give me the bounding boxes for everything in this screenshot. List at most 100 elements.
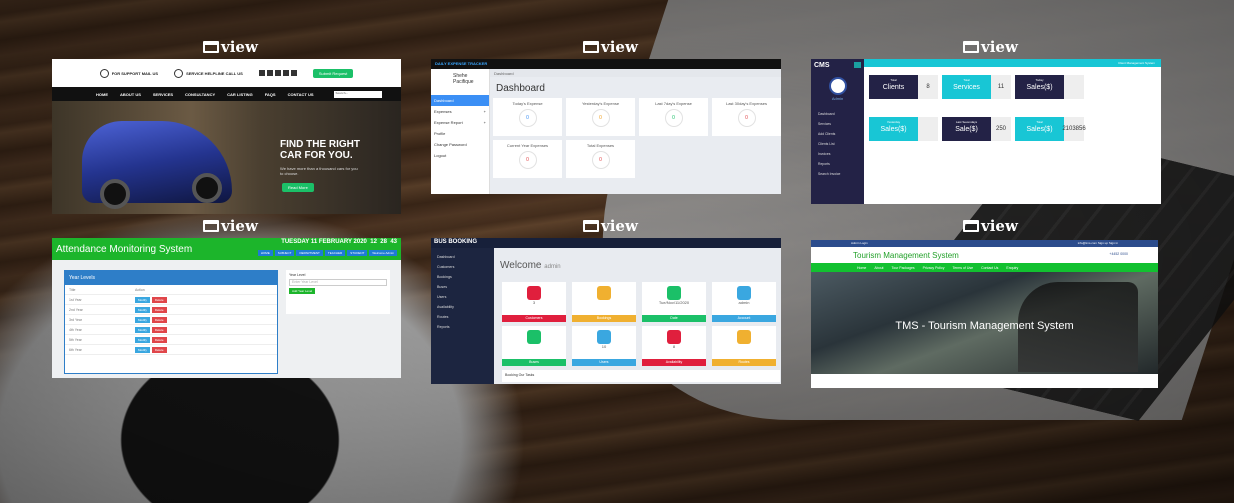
sidebar-item-availability[interactable]: Availability	[431, 302, 494, 312]
sidebar-item-users[interactable]: Users	[431, 292, 494, 302]
sidebar-item-dashboard[interactable]: Dashboard	[431, 95, 489, 106]
stat-card[interactable]: Buses	[502, 326, 566, 366]
read-more-button[interactable]: Read More	[282, 183, 314, 192]
sidebar-item-bookings[interactable]: Bookings	[431, 272, 494, 282]
tourism-screenshot[interactable]: Admin Login info@tms.com Sign up Sign in…	[811, 240, 1158, 388]
nav-privacy[interactable]: Privacy Policy	[923, 266, 945, 270]
view-link[interactable]: view	[583, 217, 638, 235]
stat-card[interactable]: 8 Availability	[642, 326, 706, 366]
sidebar-item-services[interactable]: Services	[811, 119, 864, 129]
main-nav: Home About Tour Packages Privacy Policy …	[811, 263, 1158, 272]
stat-card[interactable]: 10 Users	[572, 326, 636, 366]
sidebar-item-reports[interactable]: Reports	[811, 159, 864, 169]
year-level-input[interactable]: Enter Year Level	[289, 279, 387, 286]
page-title: Dashboard	[496, 83, 545, 94]
sidebar-item-buses[interactable]: Buses	[431, 282, 494, 292]
nav-tour-packages[interactable]: Tour Packages	[892, 266, 915, 270]
stat-label: Total Clients	[869, 75, 918, 99]
nav-department[interactable]: DEPARTMENT	[296, 250, 323, 256]
nav-contact[interactable]: CONTACT US	[288, 92, 314, 97]
nav-student[interactable]: STUDENT	[347, 250, 368, 256]
row-title: 4th Year	[69, 327, 82, 332]
nav-subject[interactable]: SUBJECT	[274, 250, 295, 256]
stat-label: Buses	[502, 359, 566, 366]
nav-terms[interactable]: Terms of Use	[952, 266, 973, 270]
stat-card[interactable]: Tue/Nov/11/2020 Date	[642, 282, 706, 322]
car-rental-screenshot[interactable]: FOR SUPPORT MAIL US SERVICE HELPLINE CAL…	[52, 59, 401, 214]
view-link[interactable]: view	[963, 217, 1018, 235]
sidebar-item-dashboard[interactable]: Dashboard	[811, 109, 864, 119]
stat-card[interactable]: 3 Customers	[502, 282, 566, 322]
sidebar-item-reports[interactable]: Reports	[431, 322, 494, 332]
delete-button[interactable]: Delete	[151, 306, 167, 313]
nav-teacher[interactable]: TEACHER	[324, 250, 346, 256]
stat-value: admin	[738, 300, 750, 305]
view-link[interactable]: view	[963, 38, 1018, 56]
modify-button[interactable]: Modify	[135, 306, 150, 313]
nav-services[interactable]: SERVICES	[153, 92, 173, 97]
nav-consultancy[interactable]: CONSULTANCY	[185, 92, 215, 97]
nav-contact[interactable]: Contact Us	[981, 266, 998, 270]
cms-screenshot[interactable]: CMS Admin Dashboard Services Add Clients…	[811, 59, 1161, 204]
delete-button[interactable]: Delete	[151, 346, 167, 353]
support-label: FOR SUPPORT MAIL US	[111, 70, 159, 76]
sidebar-item-logout[interactable]: Logout	[431, 150, 489, 161]
sidebar-item-invoices[interactable]: Invoices	[811, 149, 864, 159]
nav-home[interactable]: HOME	[96, 92, 108, 97]
view-link[interactable]: view	[203, 217, 258, 235]
sidebar-item-expenses[interactable]: Expenses +	[431, 106, 489, 117]
sidebar-item-add-clients[interactable]: Add Clients	[811, 129, 864, 139]
welcome-heading: Welcome admin	[500, 260, 561, 271]
top-bar: FOR SUPPORT MAIL US SERVICE HELPLINE CAL…	[52, 59, 401, 87]
nav-home[interactable]: Home	[857, 266, 866, 270]
delete-button[interactable]: Delete	[151, 296, 167, 303]
sidebar-item-routes[interactable]: Routes	[431, 312, 494, 322]
nav-welcome[interactable]: Welcome Admin	[369, 250, 397, 256]
nav-faqs[interactable]: FAQS	[265, 92, 276, 97]
modify-button[interactable]: Modify	[135, 316, 150, 323]
stat-card: Current Year Expenses 0	[493, 140, 562, 178]
admin-login-link[interactable]: Admin Login	[851, 241, 868, 246]
delete-button[interactable]: Delete	[151, 316, 167, 323]
sidebar-item-change-password[interactable]: Change Password	[431, 139, 489, 150]
nav-about[interactable]: ABOUT US	[120, 92, 141, 97]
bus-booking-screenshot[interactable]: BUS BOOKING Dashboard Customers Bookings…	[431, 238, 781, 384]
search-input[interactable]: Search...	[333, 90, 382, 98]
delete-button[interactable]: Delete	[151, 326, 167, 333]
submit-request-button[interactable]: Submit Request	[312, 68, 354, 78]
nav-home[interactable]: HOME	[257, 250, 273, 256]
stat-card[interactable]: Routes	[712, 326, 776, 366]
nav-enquiry[interactable]: Enquiry	[1006, 266, 1018, 270]
sidebar-item-profile[interactable]: Profile	[431, 128, 489, 139]
header: Attendance Monitoring System TUESDAY 11 …	[52, 238, 401, 260]
stat-value: 0	[526, 115, 529, 121]
view-link[interactable]: view	[203, 38, 258, 56]
menu-toggle-icon[interactable]	[854, 62, 861, 68]
account-links[interactable]: info@tms.com Sign up Sign in	[1078, 241, 1118, 246]
stat-ring: 0	[591, 151, 610, 169]
modify-button[interactable]: Modify	[135, 296, 150, 303]
nav-car-listing[interactable]: CAR LISTING	[227, 92, 253, 97]
view-link[interactable]: view	[583, 38, 638, 56]
main-content: Dashboard Today's Expense 0 Yesterday's Ex…	[490, 77, 781, 194]
stat-label: Today's Expense	[512, 101, 543, 106]
stat-card[interactable]: Bookings	[572, 282, 636, 322]
sidebar-item-clients-list[interactable]: Clients List	[811, 139, 864, 149]
sidebar-item-customers[interactable]: Customers	[431, 262, 494, 272]
row-title: 1st Year	[69, 297, 82, 302]
modify-button[interactable]: Modify	[135, 346, 150, 353]
delete-button[interactable]: Delete	[151, 336, 167, 343]
sidebar-item-expense-report[interactable]: Expense Report +	[431, 117, 489, 128]
nav-about[interactable]: About	[874, 266, 883, 270]
sidebar-item-dashboard[interactable]: Dashboard	[431, 252, 494, 262]
stat-card[interactable]: admin Account	[712, 282, 776, 322]
modify-button[interactable]: Modify	[135, 336, 150, 343]
add-year-level-button[interactable]: Add Year Level	[289, 288, 316, 294]
panel-title: Year Levels	[65, 271, 277, 285]
stat-value: 11	[991, 75, 1011, 99]
sidebar-item-search-invoice[interactable]: Search Invoice	[811, 169, 864, 179]
modify-button[interactable]: Modify	[135, 326, 150, 333]
table-row: 5th Year Modify Delete	[65, 335, 277, 345]
attendance-screenshot[interactable]: Attendance Monitoring System TUESDAY 11 …	[52, 238, 401, 378]
expense-tracker-screenshot[interactable]: DAILY EXPENSE TRACKER Shehe Pacifique Da…	[431, 59, 781, 194]
